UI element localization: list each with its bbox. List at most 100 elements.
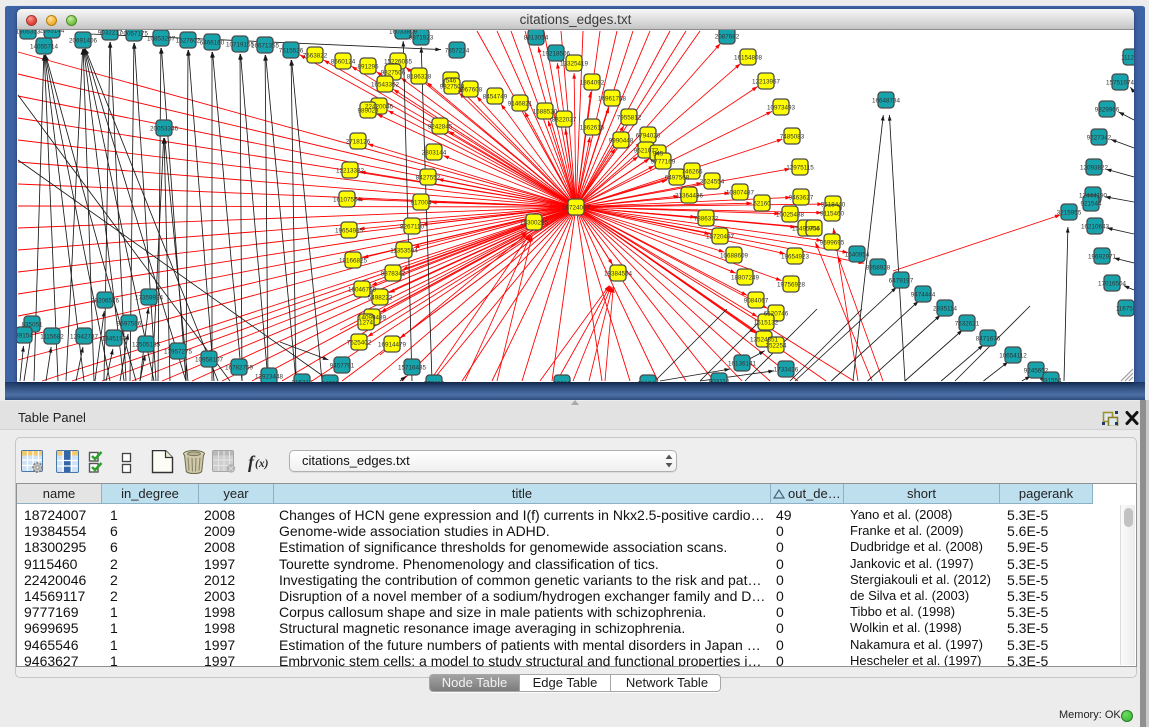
svg-text:6120746: 6120746 (764, 310, 789, 317)
svg-text:7663822: 7663822 (303, 52, 328, 59)
svg-text:9084067: 9084067 (744, 297, 769, 304)
svg-text:20691406: 20691406 (69, 37, 98, 44)
svg-text:6466160: 6466160 (200, 39, 225, 46)
svg-text:1527602: 1527602 (176, 37, 201, 44)
svg-text:8267110: 8267110 (400, 223, 425, 230)
svg-text:5498222: 5498222 (368, 294, 393, 301)
svg-text:746266: 746266 (681, 168, 703, 175)
svg-text:2718126: 2718126 (346, 138, 371, 145)
svg-text:20053346: 20053346 (150, 125, 179, 132)
svg-text:16782759: 16782759 (225, 364, 254, 371)
svg-text:7632621: 7632621 (955, 320, 980, 327)
svg-text:19166825: 19166825 (339, 257, 368, 264)
svg-text:10025488: 10025488 (776, 211, 805, 218)
svg-text:12093822: 12093822 (1080, 164, 1109, 171)
svg-text:8427552: 8427552 (416, 174, 441, 181)
svg-text:19692971: 19692971 (1088, 253, 1117, 260)
svg-text:151544: 151544 (637, 380, 659, 382)
svg-text:39154: 39154 (17, 332, 33, 339)
svg-text:9518440: 9518440 (821, 201, 846, 208)
svg-text:945: 945 (653, 150, 664, 157)
svg-text:62160: 62160 (753, 200, 771, 207)
svg-text:7515526: 7515526 (279, 47, 304, 54)
svg-text:931554: 931554 (1040, 377, 1062, 382)
svg-text:18300295: 18300295 (520, 219, 549, 226)
svg-text:16914479: 16914479 (378, 341, 407, 348)
svg-text:2087682: 2087682 (715, 33, 740, 40)
svg-text:2803144: 2803144 (422, 149, 447, 156)
svg-text:18724007: 18724007 (562, 204, 591, 211)
svg-text:16543362: 16543362 (371, 81, 400, 88)
svg-text:(x): (x) (255, 458, 269, 470)
svg-text:1345194: 1345194 (102, 335, 127, 342)
svg-text:10688609: 10688609 (720, 252, 749, 259)
svg-text:903114: 903114 (709, 378, 730, 382)
svg-text:16046768: 16046768 (348, 286, 377, 293)
svg-text:15226055: 15226055 (384, 58, 413, 65)
svg-text:16648784: 16648784 (872, 97, 901, 104)
svg-text:904: 904 (809, 225, 820, 232)
svg-text:915313: 915313 (291, 379, 313, 382)
svg-text:7886372: 7886372 (694, 215, 719, 222)
svg-text:2935114: 2935114 (933, 305, 958, 312)
svg-text:1115682: 1115682 (40, 333, 64, 340)
svg-text:2093144: 2093144 (40, 30, 65, 34)
svg-text:80313: 80313 (553, 380, 571, 382)
svg-text:9457791: 9457791 (330, 362, 355, 369)
svg-text:8958928: 8958928 (866, 264, 891, 271)
svg-text:15716485: 15716485 (398, 364, 427, 371)
svg-text:3624554: 3624554 (700, 178, 725, 185)
svg-text:12505135: 12505135 (132, 341, 161, 348)
svg-text:9871923: 9871923 (409, 34, 434, 41)
svg-text:9463627: 9463627 (789, 194, 814, 201)
svg-text:18807249: 18807249 (731, 274, 760, 281)
svg-text:16107554: 16107554 (333, 196, 362, 203)
svg-text:10654112: 10654112 (999, 352, 1027, 359)
svg-text:19384554: 19384554 (604, 270, 633, 277)
svg-text:989023: 989023 (357, 107, 379, 114)
svg-text:19654985: 19654985 (335, 227, 364, 234)
svg-text:1274: 1274 (359, 319, 374, 326)
svg-text:7485083: 7485083 (780, 133, 805, 140)
svg-text:1733426: 1733426 (774, 366, 799, 373)
svg-text:1640954: 1640954 (845, 251, 870, 258)
svg-text:1906353: 1906353 (17, 30, 41, 35)
svg-text:1864092: 1864092 (580, 79, 605, 86)
svg-text:10973493: 10973493 (767, 104, 796, 111)
svg-text:15720407: 15720407 (706, 233, 735, 240)
svg-text:8322037: 8322037 (552, 116, 577, 123)
svg-text:9474444: 9474444 (911, 291, 936, 298)
svg-text:2967608: 2967608 (458, 86, 483, 93)
svg-text:7857224: 7857224 (445, 47, 470, 54)
svg-text:16961758: 16961758 (598, 95, 627, 102)
svg-text:20206576: 20206576 (91, 297, 120, 304)
svg-text:1588520: 1588520 (533, 108, 558, 115)
svg-text:8878342: 8878342 (381, 270, 406, 277)
svg-text:921544: 921544 (1080, 200, 1102, 207)
svg-text:9329966: 9329966 (1095, 106, 1120, 113)
svg-text:16671355: 16671355 (251, 42, 280, 49)
svg-text:12942737: 12942737 (70, 333, 99, 340)
svg-text:8660124: 8660124 (331, 58, 356, 65)
svg-text:15751074: 15751074 (1106, 79, 1134, 86)
svg-text:9597586: 9597586 (117, 320, 142, 327)
svg-text:9327506: 9327506 (381, 69, 406, 76)
svg-text:10807487: 10807487 (726, 189, 755, 196)
svg-text:8813054: 8813054 (524, 34, 549, 41)
svg-text:6497568: 6497568 (665, 174, 690, 181)
svg-text:12213967: 12213967 (752, 78, 781, 85)
svg-text:252254: 252254 (765, 342, 787, 349)
svg-text:917004: 917004 (410, 199, 432, 206)
svg-text:8471676: 8471676 (976, 335, 1001, 342)
svg-text:12975115: 12975115 (786, 164, 814, 171)
svg-text:17957275: 17957275 (164, 348, 193, 355)
svg-text:19218506: 19218506 (542, 50, 571, 57)
svg-text:19756928: 19756928 (777, 281, 806, 288)
svg-text:10958107: 10958107 (195, 356, 224, 363)
svg-text:14055714: 14055714 (30, 43, 59, 50)
svg-text:16136141: 16136141 (728, 360, 757, 367)
svg-text:20057175: 20057175 (120, 30, 149, 37)
svg-text:12923448: 12923448 (255, 373, 284, 380)
svg-text:6479197: 6479197 (889, 277, 914, 284)
svg-text:13325419: 13325419 (560, 60, 589, 67)
